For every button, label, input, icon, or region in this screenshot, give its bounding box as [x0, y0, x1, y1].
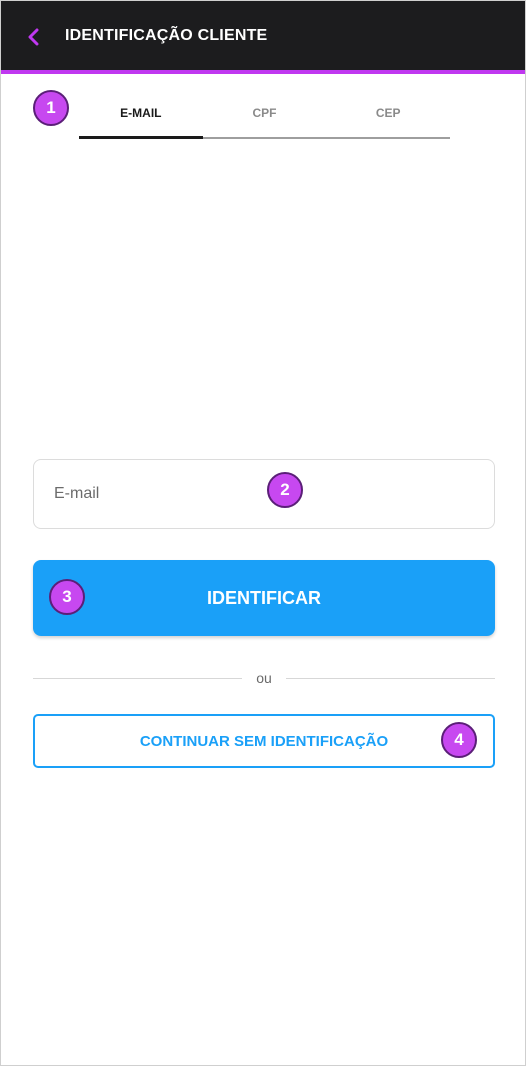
or-divider: ou — [33, 668, 496, 688]
continue-without-id-button[interactable]: CONTINUAR SEM IDENTIFICAÇÃO — [33, 714, 495, 768]
back-button[interactable] — [21, 23, 47, 51]
annotation-badge-1: 1 — [33, 90, 69, 126]
email-field-container — [33, 459, 495, 529]
email-input[interactable] — [34, 460, 494, 528]
tab-cep[interactable]: CEP — [326, 89, 450, 137]
page-title: IDENTIFICAÇÃO CLIENTE — [65, 27, 268, 44]
divider-line-left — [33, 677, 243, 679]
divider-line-right — [285, 677, 496, 679]
app-header: IDENTIFICAÇÃO CLIENTE — [1, 1, 525, 74]
identify-button[interactable]: IDENTIFICAR — [33, 560, 495, 636]
identification-tabs: E-MAIL CPF CEP — [79, 89, 450, 139]
annotation-badge-2: 2 — [267, 472, 303, 508]
tab-cpf[interactable]: CPF — [203, 89, 327, 137]
divider-text: ou — [256, 670, 272, 686]
annotation-badge-4: 4 — [441, 722, 477, 758]
tab-email[interactable]: E-MAIL — [79, 89, 203, 139]
chevron-left-icon — [28, 28, 39, 46]
app-screen: IDENTIFICAÇÃO CLIENTE 1 E-MAIL CPF CEP 2… — [0, 0, 526, 1066]
annotation-badge-3: 3 — [49, 579, 85, 615]
